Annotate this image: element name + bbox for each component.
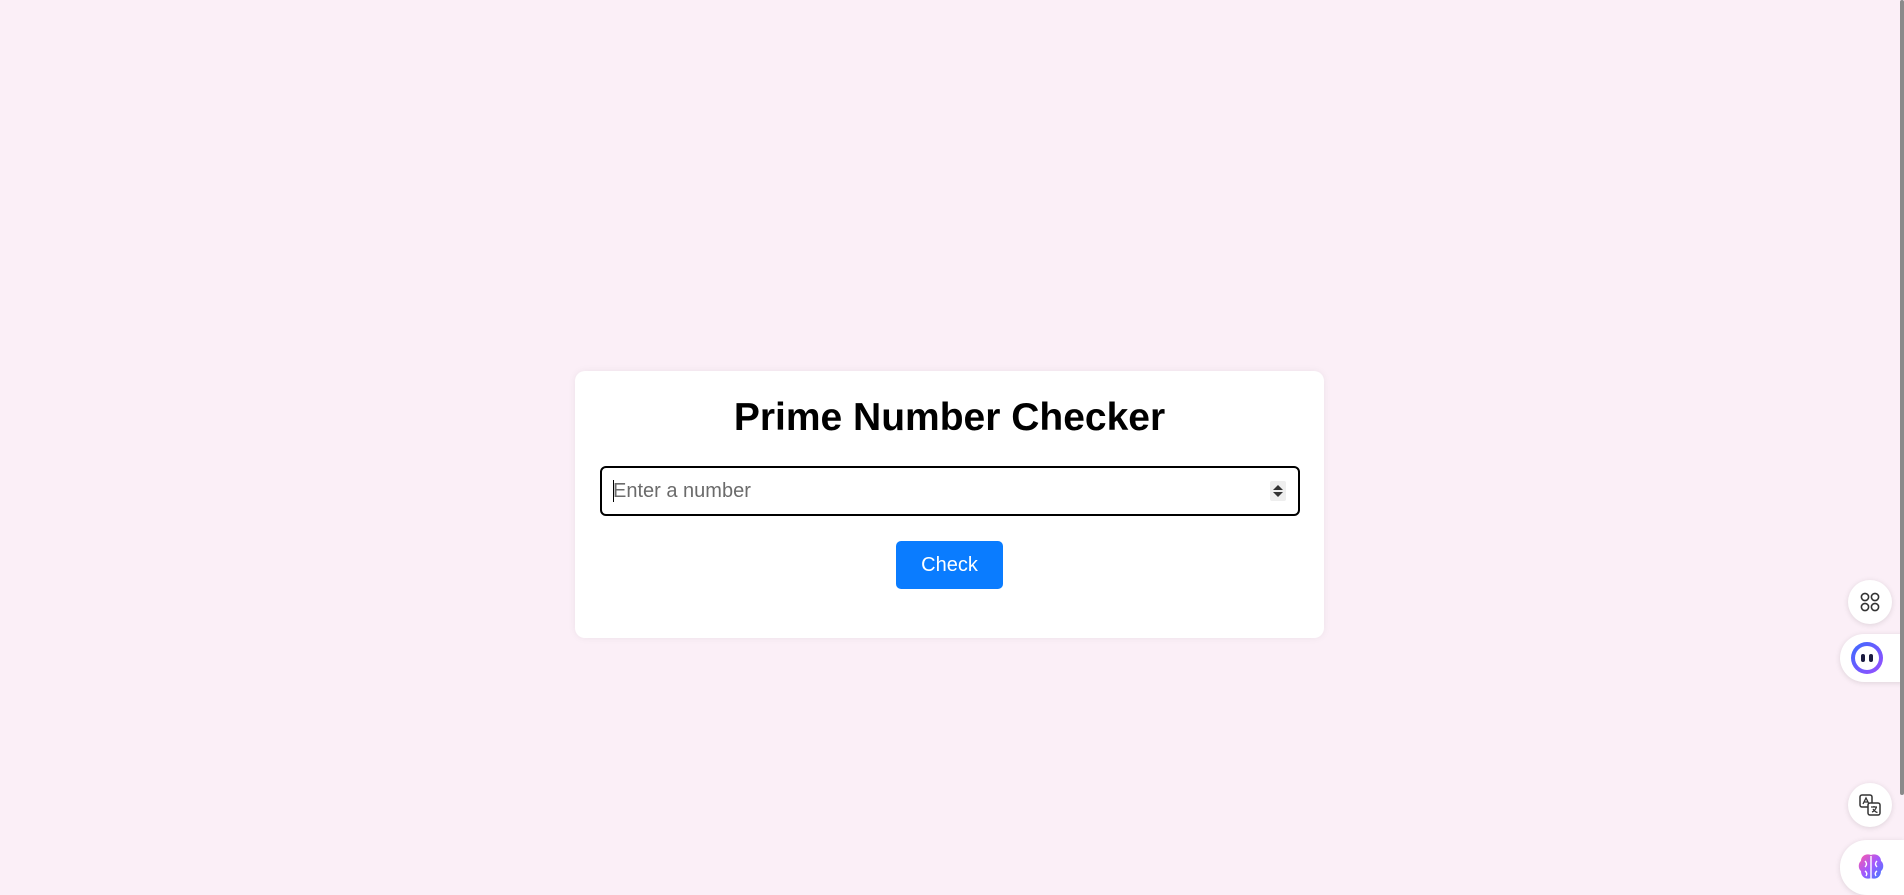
assistant-face-icon [1851,642,1883,674]
assistant-eye-left [1861,654,1865,662]
brain-ai-button[interactable] [1840,840,1904,895]
page-title: Prime Number Checker [733,396,1166,439]
number-input[interactable] [602,468,1242,514]
apps-grid-icon [1860,592,1880,612]
assistant-eye-right [1869,654,1873,662]
page-scrollbar[interactable] [1900,0,1904,795]
checker-card: Prime Number Checker Check [575,371,1324,638]
text-cursor [613,480,614,502]
number-input-wrapper[interactable] [600,466,1300,516]
brain-icon [1858,854,1884,879]
stepper-up-icon[interactable] [1273,485,1283,490]
assistant-button[interactable] [1840,634,1904,682]
stepper-down-icon[interactable] [1273,492,1283,497]
translate-icon [1859,794,1881,816]
number-stepper[interactable] [1270,481,1286,501]
apps-grid-button[interactable] [1848,580,1892,624]
check-button[interactable]: Check [896,541,1003,589]
translate-button[interactable] [1848,783,1892,827]
